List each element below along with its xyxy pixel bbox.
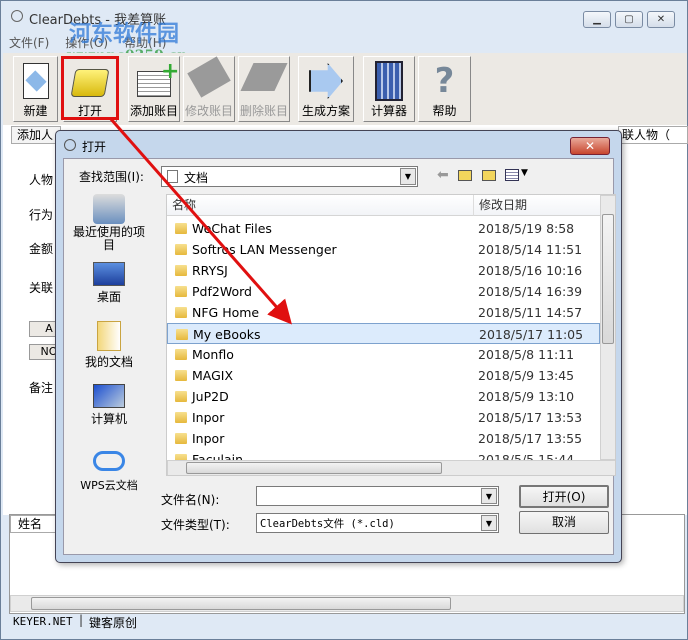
annotation-arrow [108,117,292,325]
